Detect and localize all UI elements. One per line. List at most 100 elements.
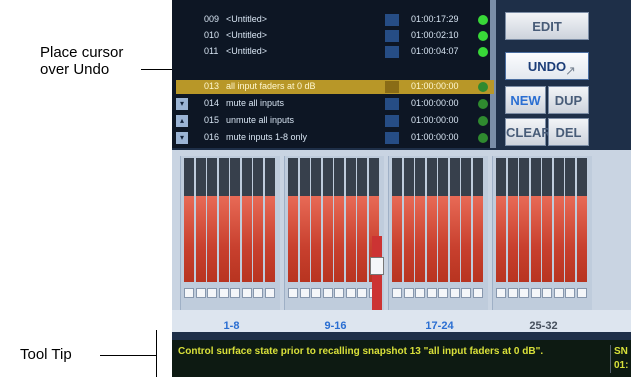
channel-fader[interactable]	[184, 158, 194, 302]
channel-fader[interactable]	[496, 158, 506, 302]
snapshot-status-dot	[478, 99, 488, 109]
channel-fader[interactable]	[553, 158, 564, 302]
fader-cap[interactable]	[576, 288, 587, 298]
snapshot-row[interactable]: ▴ 015 unmute all inputs 01:00:00:00	[176, 114, 494, 128]
fader-red	[415, 196, 425, 282]
snapshot-row[interactable]: 009 <Untitled> 01:00:17:29	[176, 13, 494, 27]
snapshot-row[interactable]: 013 all input faders at 0 dB 01:00:00:00	[176, 80, 494, 94]
channel-fader[interactable]	[218, 158, 229, 302]
snapshot-num: 011	[204, 46, 219, 56]
channel-fader[interactable]	[253, 158, 263, 302]
channel-fader[interactable]	[530, 158, 541, 302]
fader-cap[interactable]	[496, 288, 506, 298]
fader-red	[195, 196, 206, 282]
channel-fader[interactable]	[299, 158, 310, 302]
channel-fader[interactable]	[415, 158, 425, 302]
fader-cap[interactable]	[392, 288, 402, 298]
fader-cap[interactable]	[207, 288, 217, 298]
fader-cap[interactable]	[299, 288, 310, 298]
fader-cap[interactable]	[218, 288, 229, 298]
fader-top	[507, 158, 518, 196]
fader-cap[interactable]	[184, 288, 194, 298]
channel-fader[interactable]	[392, 158, 402, 302]
fader-cap[interactable]	[449, 288, 460, 298]
fader-cap[interactable]	[472, 288, 483, 298]
single-fader-cap[interactable]	[370, 257, 384, 275]
channel-fader[interactable]	[507, 158, 518, 302]
snapshot-num: 015	[204, 115, 220, 125]
channel-fader[interactable]	[357, 158, 367, 302]
channel-fader[interactable]	[230, 158, 240, 302]
channel-fader[interactable]	[403, 158, 414, 302]
fader-cap[interactable]	[264, 288, 275, 298]
channel-fader[interactable]	[472, 158, 483, 302]
snapshot-row[interactable]: ▾ 014 mute all inputs 01:00:00:00	[176, 97, 494, 111]
bank-label-17-24[interactable]: 17-24	[390, 320, 489, 332]
channel-fader[interactable]	[449, 158, 460, 302]
fader-cap[interactable]	[530, 288, 541, 298]
fader-cap[interactable]	[195, 288, 206, 298]
snapshot-num: 013	[204, 81, 220, 91]
fader-cap[interactable]	[311, 288, 321, 298]
channel-fader[interactable]	[426, 158, 437, 302]
channel-fader[interactable]	[576, 158, 587, 302]
channel-fader[interactable]	[542, 158, 552, 302]
fader-cap[interactable]	[322, 288, 333, 298]
fader-top	[311, 158, 321, 196]
new-button[interactable]: NEW	[505, 86, 546, 114]
snapshot-num: 010	[204, 30, 220, 40]
channel-fader[interactable]	[565, 158, 575, 302]
snapshot-scope-icon	[385, 46, 399, 58]
bank-label-25-32[interactable]: 25-32	[494, 320, 593, 332]
fader-cap[interactable]	[345, 288, 356, 298]
fader-cap[interactable]	[241, 288, 252, 298]
channel-fader[interactable]	[241, 158, 252, 302]
fader-cap[interactable]	[288, 288, 298, 298]
bank-label-9-16[interactable]: 9-16	[286, 320, 385, 332]
fader-cap[interactable]	[403, 288, 414, 298]
channel-fader[interactable]	[519, 158, 529, 302]
del-button[interactable]: DEL	[548, 118, 589, 146]
snapshot-name: <Untitled>	[226, 30, 268, 40]
tooltip-callout: Tool Tip	[20, 346, 72, 363]
fader-cap[interactable]	[438, 288, 448, 298]
fader-cap[interactable]	[426, 288, 437, 298]
snapshot-row[interactable]: 011 <Untitled> 01:00:04:07	[176, 45, 494, 59]
channel-fader[interactable]	[322, 158, 333, 302]
bank-label-1-8[interactable]: 1-8	[182, 320, 281, 332]
fader-cap[interactable]	[230, 288, 240, 298]
channel-fader[interactable]	[345, 158, 356, 302]
clear-button[interactable]: CLEAR	[505, 118, 551, 146]
snapshot-row[interactable]: ▾ 016 mute inputs 1-8 only 01:00:00:00	[176, 131, 494, 145]
channel-fader[interactable]	[288, 158, 298, 302]
fader-cap[interactable]	[357, 288, 367, 298]
undo-button[interactable]: UNDO	[505, 52, 589, 80]
fader-cap[interactable]	[461, 288, 471, 298]
row-control-icon[interactable]: ▾	[176, 132, 188, 144]
fader-cap[interactable]	[553, 288, 564, 298]
fader-cap[interactable]	[415, 288, 425, 298]
channel-fader[interactable]	[311, 158, 321, 302]
edit-button[interactable]: EDIT	[505, 12, 589, 40]
snapshot-list[interactable]: 009 <Untitled> 01:00:17:29 010 <Untitled> 01:…	[172, 0, 496, 148]
channel-fader[interactable]	[461, 158, 471, 302]
channel-fader[interactable]	[334, 158, 344, 302]
channel-fader[interactable]	[264, 158, 275, 302]
fader-top	[426, 158, 437, 196]
fader-cap[interactable]	[519, 288, 529, 298]
channel-fader[interactable]	[195, 158, 206, 302]
channel-fader[interactable]	[207, 158, 217, 302]
row-control-icon[interactable]: ▾	[176, 98, 188, 110]
fader-cap[interactable]	[565, 288, 575, 298]
snapshot-scope-icon	[385, 81, 399, 93]
snapshot-row[interactable]: 010 <Untitled> 01:00:02:10	[176, 29, 494, 43]
channel-fader[interactable]	[438, 158, 448, 302]
row-control-icon[interactable]: ▴	[176, 115, 188, 127]
fader-red	[311, 196, 321, 282]
fader-top	[415, 158, 425, 196]
fader-cap[interactable]	[542, 288, 552, 298]
fader-cap[interactable]	[334, 288, 344, 298]
dup-button[interactable]: DUP	[548, 86, 589, 114]
fader-cap[interactable]	[507, 288, 518, 298]
fader-cap[interactable]	[253, 288, 263, 298]
